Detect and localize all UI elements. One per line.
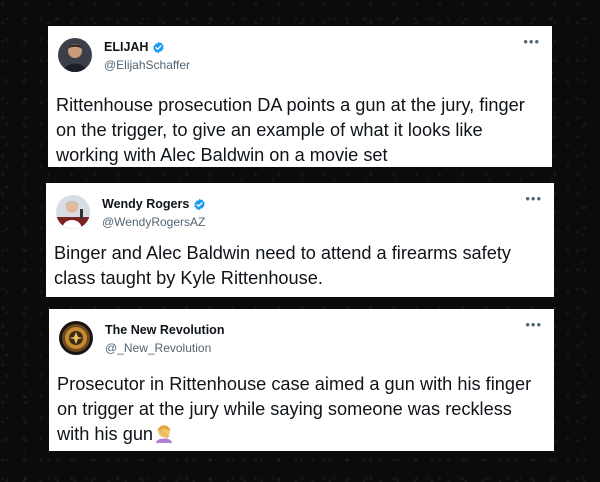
more-options-icon[interactable]: ••• [525, 192, 542, 205]
handle[interactable]: @WendyRogersAZ [102, 215, 206, 229]
more-options-icon[interactable]: ••• [523, 35, 540, 48]
person-facepalming-emoji [156, 425, 173, 443]
tweet-text: Rittenhouse prosecution DA points a gun … [56, 95, 525, 165]
tweet-card-wendy-rogers[interactable]: Wendy Rogers @WendyRogersAZ ••• Binger a… [46, 183, 554, 297]
verified-badge-icon [153, 41, 165, 53]
display-name[interactable]: The New Revolution [105, 323, 224, 337]
tweet-text: Binger and Alec Baldwin need to attend a… [54, 243, 511, 288]
handle[interactable]: @ElijahSchaffer [104, 58, 190, 72]
display-name[interactable]: Wendy Rogers [102, 197, 189, 211]
tweet-card-new-revolution[interactable]: The New Revolution @_New_Revolution ••• … [49, 309, 554, 451]
person-avatar-icon [58, 38, 92, 72]
avatar[interactable] [59, 321, 93, 355]
handle[interactable]: @_New_Revolution [105, 341, 224, 355]
tweet-card-elijah[interactable]: ELIJAH @ElijahSchaffer ••• Rittenhouse p… [48, 26, 552, 167]
avatar[interactable] [58, 38, 92, 72]
tweet-text: Prosecutor in Rittenhouse case aimed a g… [57, 372, 546, 447]
revolution-logo-avatar-icon [59, 321, 93, 355]
avatar[interactable] [56, 195, 90, 229]
verified-badge-icon [194, 198, 205, 210]
tweet-text-content: Prosecutor in Rittenhouse case aimed a g… [57, 374, 532, 444]
person-avatar-icon [56, 195, 90, 229]
display-name[interactable]: ELIJAH [104, 40, 148, 54]
more-options-icon[interactable]: ••• [525, 318, 542, 331]
